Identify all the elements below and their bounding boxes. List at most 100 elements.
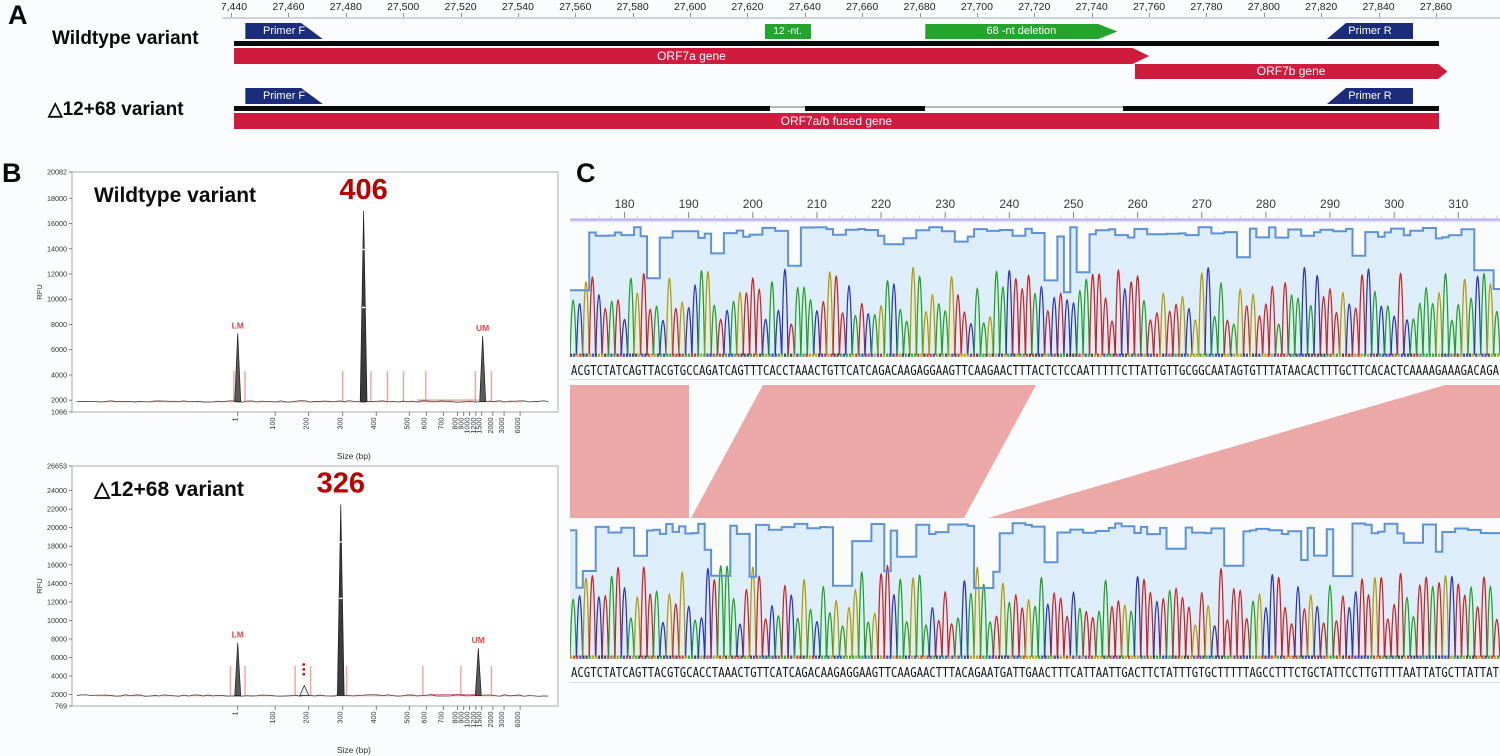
svg-text:LM: LM — [232, 320, 244, 330]
svg-text:10000: 10000 — [47, 616, 67, 625]
x-axis: 1100200300400500600700800900100012001500… — [231, 412, 522, 434]
svg-text:400: 400 — [369, 418, 378, 430]
svg-text:14000: 14000 — [47, 244, 67, 253]
svg-text:100: 100 — [268, 712, 277, 724]
svg-text:18000: 18000 — [47, 542, 67, 551]
svg-text:600: 600 — [419, 418, 428, 430]
svg-text:14000: 14000 — [47, 579, 67, 588]
svg-text:20000: 20000 — [47, 523, 67, 532]
svg-text:220: 220 — [871, 197, 891, 211]
aligned-block-2 — [691, 385, 1036, 518]
svg-text:310: 310 — [1448, 197, 1468, 211]
y-axis: 2008218000160001400012000100008000600040… — [47, 168, 72, 417]
del12-marker: 12 -nt. — [765, 24, 811, 39]
svg-text:1: 1 — [231, 712, 240, 716]
svg-text:16000: 16000 — [47, 560, 67, 569]
svg-text:250: 250 — [1063, 197, 1083, 211]
svg-text:180: 180 — [615, 197, 635, 211]
svg-text:UM: UM — [476, 323, 489, 333]
orf7ab-fused-gene: ORF7a/b fused gene — [234, 113, 1439, 129]
x-axis: 1100200300400500600700800900100012001500… — [231, 706, 522, 728]
svg-text:500: 500 — [402, 418, 411, 430]
bottom-sequence-text: ACGTCTATCAGTTACGTGCACCTAAACTGTTCATCAGACA… — [571, 666, 1499, 681]
svg-text:260: 260 — [1128, 197, 1148, 211]
aligned-block-1 — [570, 385, 689, 518]
svg-text:240: 240 — [999, 197, 1019, 211]
alignment-bands — [570, 385, 1500, 518]
plot-frame — [72, 466, 558, 706]
svg-text:12000: 12000 — [47, 270, 67, 279]
svg-text:769: 769 — [55, 702, 67, 711]
svg-text:3000: 3000 — [497, 712, 506, 728]
variant-backbone-segment-0 — [234, 106, 771, 111]
svg-text:290: 290 — [1320, 197, 1340, 211]
y-axis-title: RFU — [35, 284, 44, 299]
svg-text:2000: 2000 — [486, 712, 495, 728]
main-peak-size-label: 406 — [339, 174, 387, 206]
svg-text:500: 500 — [402, 712, 411, 724]
svg-text:12000: 12000 — [47, 597, 67, 606]
primer-r-row1: Primer R — [1327, 23, 1413, 39]
genome-map: Primer F 12 -nt. 68 -nt deletion Primer R OR… — [0, 0, 1500, 150]
svg-text:6000: 6000 — [513, 418, 522, 434]
svg-text:1500: 1500 — [475, 712, 484, 728]
svg-text:UM: UM — [472, 635, 485, 645]
svg-text:210: 210 — [807, 197, 827, 211]
wildtype-backbone-line — [234, 41, 1439, 46]
del68-marker: 68 -nt deletion — [925, 24, 1117, 39]
svg-text:18000: 18000 — [47, 194, 67, 203]
variant-backbone-segment-2 — [1123, 106, 1439, 111]
svg-text:8000: 8000 — [51, 634, 67, 643]
y-axis-title: RFU — [35, 578, 44, 593]
svg-text:200: 200 — [302, 712, 311, 724]
plot-frame — [72, 172, 558, 412]
svg-text:3000: 3000 — [497, 418, 506, 434]
plot-title: △12+68 variant — [93, 478, 244, 501]
svg-text:20082: 20082 — [47, 168, 67, 177]
y-axis: 2665324000220002000018000160001400012000… — [47, 462, 72, 711]
svg-text:300: 300 — [336, 418, 345, 430]
svg-text:600: 600 — [419, 712, 428, 724]
main-peak-size-label: 326 — [317, 468, 365, 500]
svg-text:10000: 10000 — [47, 295, 67, 304]
svg-text:6000: 6000 — [51, 653, 67, 662]
variant-backbone-segment-1 — [805, 106, 925, 111]
position-ruler: 1801902002102202302402502602702802903003… — [570, 197, 1500, 222]
svg-text:1066: 1066 — [51, 408, 67, 417]
aligned-block-3 — [988, 385, 1500, 518]
chromatogram-bottom — [570, 523, 1500, 659]
svg-text:280: 280 — [1256, 197, 1276, 211]
svg-text:26653: 26653 — [47, 462, 67, 471]
svg-text:6000: 6000 — [513, 712, 522, 728]
plot-title: Wildtype variant — [94, 184, 256, 207]
svg-text:200: 200 — [743, 197, 763, 211]
chromatogram-top — [570, 227, 1500, 357]
svg-text:4000: 4000 — [51, 672, 67, 681]
svg-text:700: 700 — [436, 712, 445, 724]
svg-text:270: 270 — [1192, 197, 1212, 211]
svg-text:1: 1 — [231, 418, 240, 422]
svg-text:100: 100 — [268, 418, 277, 430]
svg-text:4000: 4000 — [51, 370, 67, 379]
svg-text:2000: 2000 — [486, 418, 495, 434]
svg-text:16000: 16000 — [47, 219, 67, 228]
orf7a-gene: ORF7a gene — [234, 48, 1149, 64]
svg-text:2000: 2000 — [51, 690, 67, 699]
panel-b-label: B — [2, 158, 22, 189]
svg-text:1500: 1500 — [475, 418, 484, 434]
svg-text:2000: 2000 — [51, 396, 67, 405]
x-axis-title: Size (bp) — [337, 745, 371, 755]
orf7b-gene: ORF7b gene — [1135, 64, 1448, 79]
svg-text:300: 300 — [1384, 197, 1404, 211]
svg-text:700: 700 — [436, 418, 445, 430]
svg-text:6000: 6000 — [51, 345, 67, 354]
sanger-alignment: 1801902002102202302402502602702802903003… — [570, 166, 1500, 726]
svg-text:LM: LM — [232, 630, 244, 640]
svg-text:24000: 24000 — [47, 486, 67, 495]
primer-f-row1: Primer F — [245, 23, 322, 39]
primer-r-row2: Primer R — [1327, 88, 1413, 104]
svg-text:400: 400 — [369, 712, 378, 724]
primer-f-row2: Primer F — [245, 88, 322, 104]
svg-text:230: 230 — [935, 197, 955, 211]
electropherogram-wildtype: 2008218000160001400012000100008000600040… — [30, 164, 560, 464]
